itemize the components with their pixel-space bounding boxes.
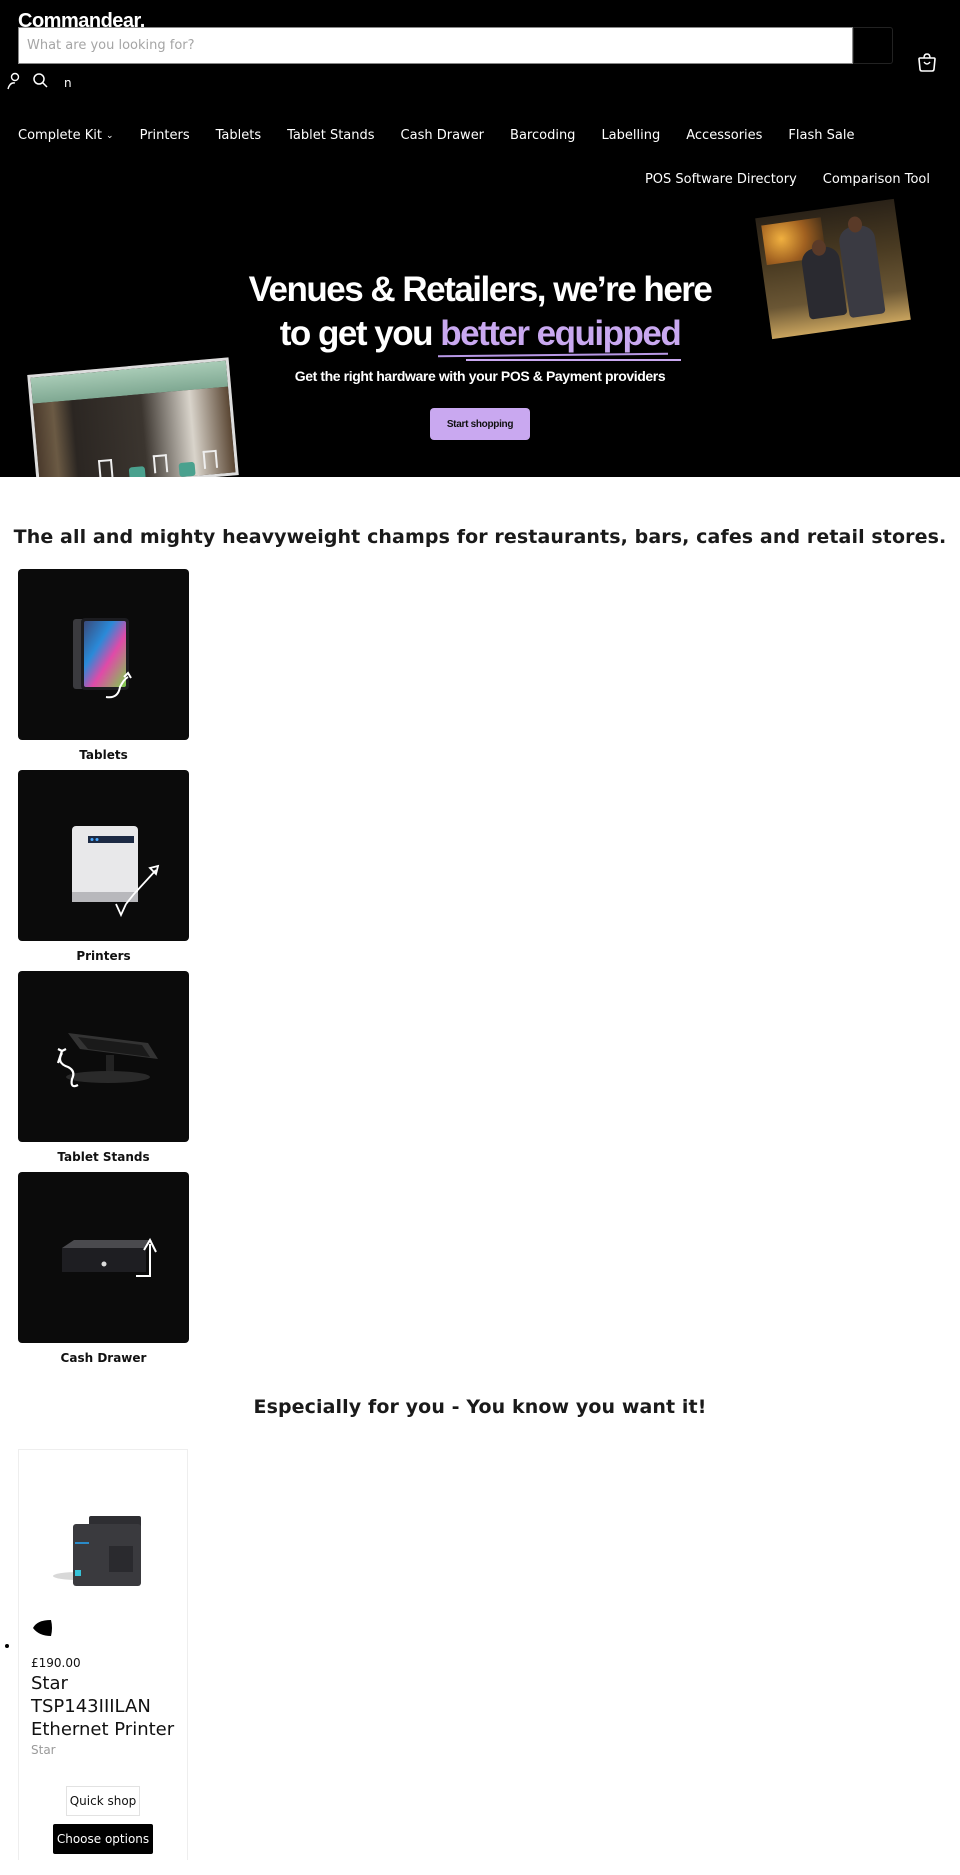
hero-title-accent: better equipped xyxy=(440,314,682,353)
product-card: £190.00 Star TSP143IIILAN Ethernet Print… xyxy=(5,1449,189,1860)
secondary-nav: POS Software Directory Comparison Tool xyxy=(619,172,930,187)
nav-item-accessories[interactable]: Accessories xyxy=(686,128,762,143)
hero-title: Venues & Retailers, we’re here to get yo… xyxy=(0,268,960,356)
photo-detail xyxy=(152,454,169,474)
color-swatch[interactable] xyxy=(31,1618,55,1638)
photo-detail xyxy=(178,461,196,477)
cash-drawer-icon xyxy=(62,1237,157,1277)
printer-icon xyxy=(72,826,160,918)
hero-underline-stroke xyxy=(466,359,681,361)
hero-title-line1: Venues & Retailers, we’re here xyxy=(248,270,713,309)
tablet-icon xyxy=(73,618,132,699)
utility-label: n xyxy=(64,76,72,90)
search-icon[interactable] xyxy=(32,72,48,90)
hero-title-plain: to get you xyxy=(279,314,441,353)
category-image xyxy=(18,569,189,740)
category-tablet-stands[interactable]: Tablet Stands xyxy=(18,971,189,1172)
category-list: Tablets Printers Tablet Stands Cash Draw… xyxy=(0,569,960,1373)
category-image xyxy=(18,770,189,941)
category-label: Tablet Stands xyxy=(57,1150,150,1164)
nav-label: Complete Kit xyxy=(18,128,103,143)
featured-section-title: Especially for you - You know you want i… xyxy=(253,1396,707,1418)
search-submit-button[interactable] xyxy=(853,27,893,64)
category-image xyxy=(18,1172,189,1343)
nav-item-tablet-stands[interactable]: Tablet Stands xyxy=(287,128,374,143)
nav-item-flash-sale[interactable]: Flash Sale xyxy=(788,128,854,143)
product-title[interactable]: Star TSP143IIILAN Ethernet Printer xyxy=(31,1672,181,1741)
site-header: Commandear. n Complete Kit ⌄ Printers Ta… xyxy=(0,0,960,477)
utility-links: n xyxy=(6,72,72,90)
account-icon[interactable] xyxy=(6,72,22,90)
hero-photo-storefront xyxy=(27,357,239,477)
product-price: £190.00 xyxy=(31,1656,81,1670)
categories-section-title: The all and mighty heavyweight champs fo… xyxy=(13,526,947,548)
quick-shop-button[interactable]: Quick shop xyxy=(66,1786,140,1816)
category-label: Printers xyxy=(76,949,131,963)
nav-item-tablets[interactable]: Tablets xyxy=(216,128,262,143)
search-bar xyxy=(18,27,893,64)
nav-item-pos-software-directory[interactable]: POS Software Directory xyxy=(645,172,797,187)
category-printers[interactable]: Printers xyxy=(18,770,189,971)
nav-item-barcoding[interactable]: Barcoding xyxy=(510,128,575,143)
nav-item-complete-kit[interactable]: Complete Kit ⌄ xyxy=(18,128,114,143)
nav-item-cash-drawer[interactable]: Cash Drawer xyxy=(401,128,484,143)
shopping-bag-icon[interactable] xyxy=(916,52,938,72)
nav-item-labelling[interactable]: Labelling xyxy=(601,128,660,143)
chevron-down-icon: ⌄ xyxy=(106,130,114,141)
hero-title-line2: to get you better equipped xyxy=(0,312,960,356)
featured-section-header: Especially for you - You know you want i… xyxy=(0,1373,960,1449)
category-label: Tablets xyxy=(79,748,128,762)
receipt-printer-icon xyxy=(53,1516,141,1586)
photo-detail xyxy=(97,458,114,477)
photo-detail xyxy=(202,449,219,469)
choose-options-button[interactable]: Choose options xyxy=(53,1824,153,1854)
category-tablets[interactable]: Tablets xyxy=(18,569,189,770)
tablet-stand-icon xyxy=(56,1033,158,1088)
photo-detail xyxy=(128,466,146,477)
list-bullet xyxy=(5,1644,9,1648)
category-image xyxy=(18,971,189,1142)
category-label: Cash Drawer xyxy=(60,1351,147,1365)
product-vendor: Star xyxy=(31,1743,56,1757)
nav-item-printers[interactable]: Printers xyxy=(140,128,190,143)
search-input[interactable] xyxy=(18,27,853,64)
primary-nav: Complete Kit ⌄ Printers Tablets Tablet S… xyxy=(18,128,880,143)
start-shopping-button[interactable]: Start shopping xyxy=(430,408,530,440)
nav-item-comparison-tool[interactable]: Comparison Tool xyxy=(823,172,930,187)
category-cash-drawer[interactable]: Cash Drawer xyxy=(18,1172,189,1373)
categories-section-header: The all and mighty heavyweight champs fo… xyxy=(0,477,960,569)
product-image[interactable] xyxy=(19,1450,189,1610)
